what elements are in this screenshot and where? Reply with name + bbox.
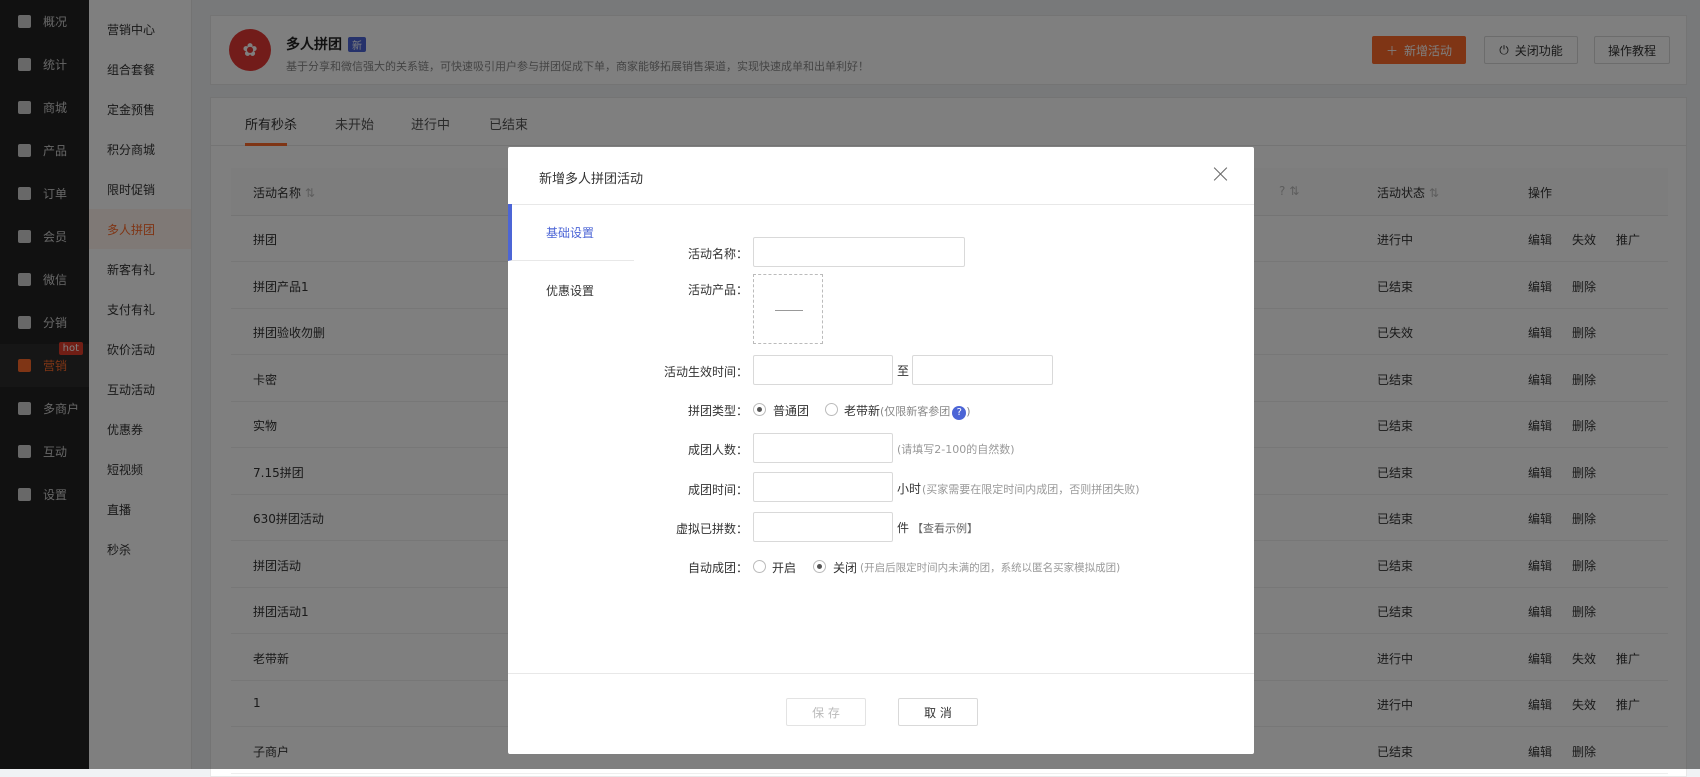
duration-unit: 小时 — [897, 482, 922, 496]
activity-time-label: 活动生效时间： — [663, 365, 748, 379]
activity-product-label: 活动产品： — [687, 283, 748, 297]
virtual-count-label: 虚拟已拼数： — [675, 522, 748, 536]
auto-group-off-radio[interactable] — [813, 560, 826, 573]
oldnew-hint-text: (仅限新客参团 — [880, 405, 951, 418]
activity-name-input[interactable] — [753, 237, 965, 267]
virtual-count-unit: 件 — [897, 521, 910, 535]
end-time-input[interactable] — [912, 355, 1053, 385]
auto-group-label: 自动成团： — [687, 561, 748, 575]
cancel-button[interactable]: 取 消 — [898, 698, 978, 726]
group-type-oldnew-hint: (仅限新客参团?) — [880, 403, 971, 420]
group-size-input[interactable] — [753, 433, 893, 463]
group-duration-hint: (买家需要在限定时间内成团，否则拼团失败) — [922, 483, 1140, 496]
auto-group-on-radio[interactable] — [753, 560, 766, 573]
auto-group-on-label[interactable]: 开启 — [772, 559, 796, 576]
group-type-normal-radio[interactable] — [753, 403, 766, 416]
oldnew-hint-close: ) — [966, 405, 971, 418]
new-group-buy-dialog: 新增多人拼团活动 基础设置 优惠设置 活动名称： 活动产品： 活动生效时间： 至… — [508, 147, 1254, 754]
close-icon[interactable] — [1210, 163, 1232, 185]
save-button[interactable]: 保 存 — [786, 698, 866, 726]
auto-group-hint: (开启后限定时间内未满的团，系统以匿名买家模拟成团) — [860, 562, 1121, 574]
question-icon[interactable]: ? — [952, 406, 967, 420]
group-duration-label: 成团时间： — [687, 483, 748, 497]
group-type-oldnew-radio[interactable] — [825, 403, 838, 416]
group-type-oldnew-label[interactable]: 老带新 — [844, 402, 880, 419]
group-duration-input[interactable] — [753, 472, 893, 502]
start-time-input[interactable] — [753, 355, 893, 385]
footer-divider — [508, 673, 1254, 674]
tab-discount-settings[interactable]: 优惠设置 — [508, 262, 634, 319]
group-type-label: 拼团类型： — [687, 404, 748, 418]
product-upload-box[interactable] — [753, 274, 823, 344]
virtual-count-input[interactable] — [753, 512, 893, 542]
auto-group-off-label[interactable]: 关闭 — [833, 559, 857, 576]
group-size-hint: (请填写2-100的自然数) — [897, 443, 1015, 456]
dialog-side-tabs: 基础设置 优惠设置 — [508, 204, 634, 304]
activity-name-label: 活动名称： — [687, 247, 748, 261]
view-example-link[interactable]: 【查看示例】 — [912, 520, 978, 536]
tab-basic-settings[interactable]: 基础设置 — [508, 204, 634, 261]
time-separator: 至 — [897, 364, 910, 378]
group-type-normal-label[interactable]: 普通团 — [773, 402, 809, 419]
group-size-label: 成团人数： — [687, 443, 748, 457]
dialog-title: 新增多人拼团活动 — [539, 172, 644, 187]
